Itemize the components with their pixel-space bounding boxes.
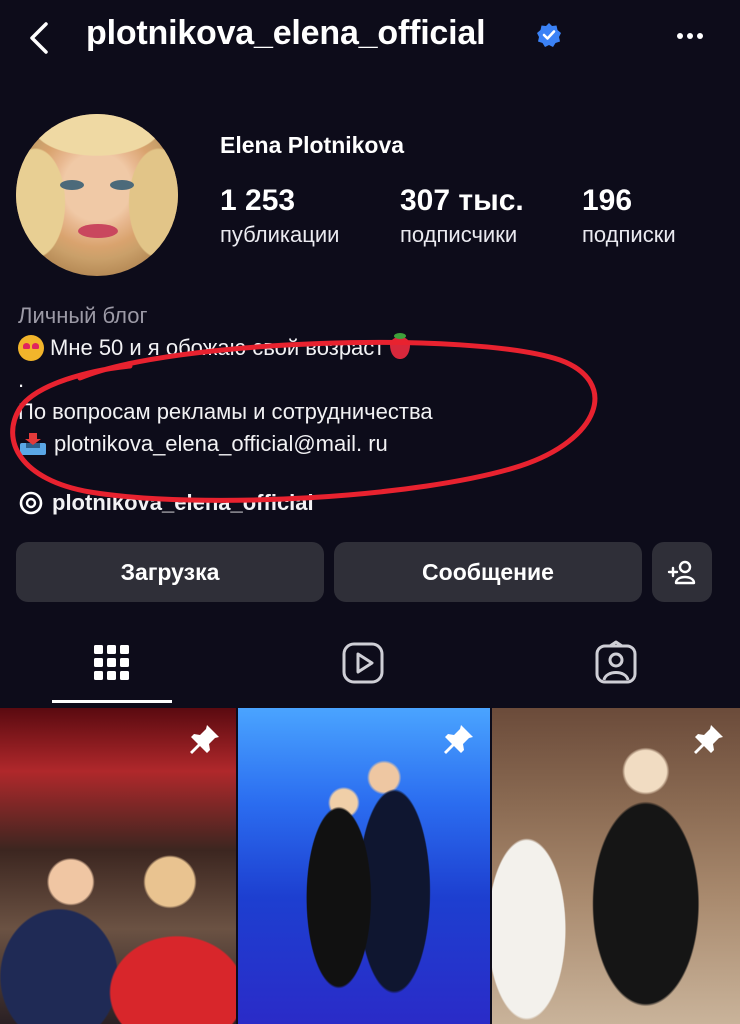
reels-icon[interactable] bbox=[340, 640, 386, 686]
stat-following-label: подписки bbox=[582, 222, 676, 247]
active-tab-indicator bbox=[52, 700, 172, 703]
grid-photo-2[interactable] bbox=[238, 708, 490, 1024]
verified-badge-icon bbox=[537, 23, 561, 47]
pinned-icon bbox=[444, 725, 473, 754]
heart-eyes-emoji-icon bbox=[18, 335, 44, 361]
add-friend-button[interactable] bbox=[652, 542, 712, 602]
add-person-icon bbox=[667, 560, 696, 585]
profile-tabs bbox=[0, 630, 740, 706]
stat-followers-label: подписчики bbox=[400, 222, 518, 247]
profile-username: plotnikova_elena_official bbox=[86, 14, 486, 52]
back-arrow-icon[interactable] bbox=[20, 18, 60, 58]
threads-handle: plotnikova_elena_official bbox=[52, 490, 314, 515]
stat-posts[interactable]: 1 253 публикации bbox=[220, 184, 339, 248]
upload-button[interactable]: Загрузка bbox=[16, 542, 324, 602]
threads-link[interactable]: plotnikova_elena_official bbox=[18, 490, 314, 516]
stat-following-value: 196 bbox=[582, 184, 633, 217]
grid-icon[interactable] bbox=[89, 640, 135, 686]
bio-line-1: Мне 50 и я обожаю свой возраст bbox=[18, 332, 718, 364]
profile-avatar[interactable] bbox=[16, 114, 178, 276]
threads-icon bbox=[19, 491, 43, 515]
profile-full-name: Elena Plotnikova bbox=[220, 132, 405, 158]
stat-posts-label: публикации bbox=[220, 222, 340, 247]
top-bar: plotnikova_elena_official bbox=[0, 0, 740, 80]
tagged-icon[interactable] bbox=[593, 640, 639, 686]
strawberry-emoji-icon bbox=[390, 333, 411, 359]
stat-following[interactable]: 196 подписки bbox=[582, 184, 676, 248]
bio-line-2: . bbox=[18, 367, 25, 392]
message-button[interactable]: Сообщение bbox=[334, 542, 642, 602]
profile-bio: Личный блог Мне 50 и я обожаю свой возра… bbox=[18, 300, 718, 460]
pinned-icon bbox=[694, 725, 723, 754]
bio-email[interactable]: plotnikova_elena_official@mail. ru bbox=[54, 428, 388, 460]
more-options-icon[interactable] bbox=[670, 18, 710, 54]
bio-email-row: plotnikova_elena_official@mail. ru bbox=[18, 428, 718, 460]
inbox-tray-emoji-icon bbox=[20, 433, 46, 455]
bio-category: Личный блог bbox=[18, 303, 148, 328]
pinned-icon bbox=[190, 725, 219, 754]
stat-followers-value: 307 тыс. bbox=[400, 184, 524, 217]
grid-photo-1[interactable] bbox=[0, 708, 236, 1024]
bio-line-3: По вопросам рекламы и сотрудничества bbox=[18, 399, 433, 424]
stat-followers[interactable]: 307 тыс. подписчики bbox=[400, 184, 524, 248]
bio-line-1-text: Мне 50 и я обожаю свой возраст bbox=[50, 335, 385, 360]
photo-grid bbox=[0, 708, 740, 1024]
stat-posts-value: 1 253 bbox=[220, 184, 296, 217]
grid-photo-3[interactable] bbox=[492, 708, 740, 1024]
